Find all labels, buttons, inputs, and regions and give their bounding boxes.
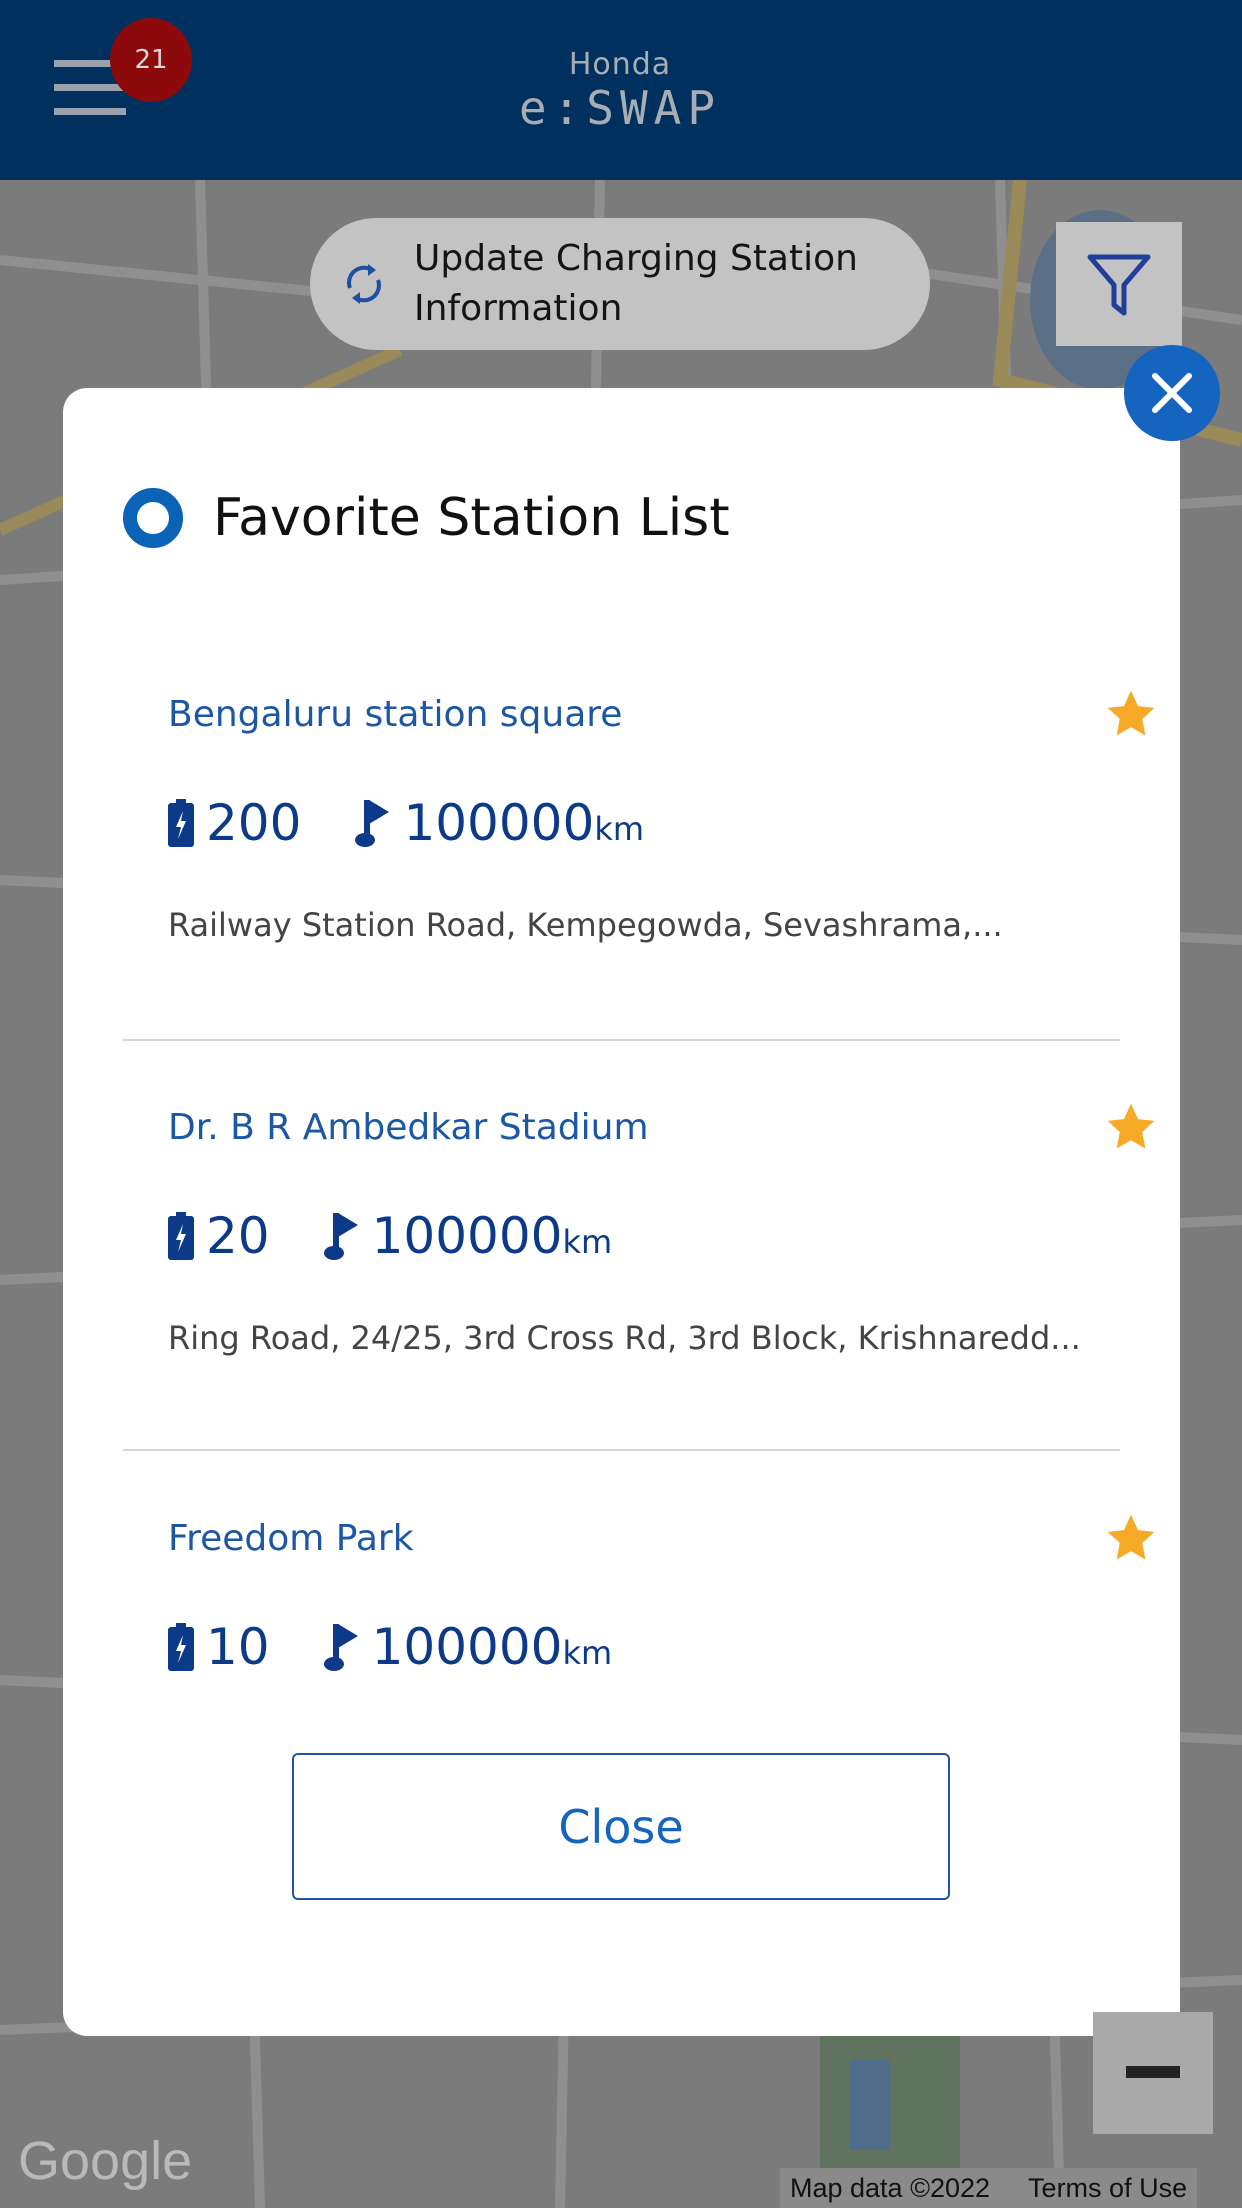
update-station-info-button[interactable]: Update Charging Station Information bbox=[310, 218, 930, 350]
station-name[interactable]: Freedom Park bbox=[168, 1518, 414, 1559]
battery-count: 200 bbox=[206, 794, 302, 852]
favorite-star-icon[interactable] bbox=[1103, 686, 1159, 742]
battery-icon bbox=[168, 1212, 194, 1260]
distance-flag-icon bbox=[355, 800, 390, 847]
distance-value: 100000 bbox=[403, 794, 595, 852]
favorite-star-icon[interactable] bbox=[1103, 1510, 1159, 1566]
zoom-out-button[interactable] bbox=[1093, 2012, 1213, 2134]
station-address: Ring Road, 24/25, 3rd Cross Rd, 3rd Bloc… bbox=[168, 1319, 1081, 1357]
filter-button[interactable] bbox=[1056, 222, 1182, 346]
distance-value: 100000 bbox=[371, 1207, 563, 1265]
map-attribution: Map data ©2022 Terms of Use bbox=[780, 2168, 1198, 2208]
notification-badge: 21 bbox=[110, 18, 192, 102]
terms-of-use-link[interactable]: Terms of Use bbox=[1028, 2173, 1187, 2204]
favorite-station-modal: Favorite Station List Bengaluru station … bbox=[63, 388, 1180, 2036]
modal-title: Favorite Station List bbox=[213, 488, 730, 548]
minus-icon bbox=[1126, 2066, 1180, 2078]
favorite-star-icon[interactable] bbox=[1103, 1099, 1159, 1155]
refresh-icon bbox=[347, 264, 381, 304]
close-modal-button[interactable] bbox=[1124, 345, 1220, 441]
station-address: Railway Station Road, Kempegowda, Sevash… bbox=[168, 906, 1003, 944]
divider bbox=[123, 1449, 1120, 1451]
station-name[interactable]: Dr. B R Ambedkar Stadium bbox=[168, 1107, 649, 1148]
divider bbox=[123, 1039, 1120, 1041]
title-ring-icon bbox=[123, 488, 183, 548]
distance-flag-icon bbox=[323, 1624, 358, 1671]
google-logo: Google bbox=[18, 2131, 193, 2191]
battery-count: 20 bbox=[206, 1207, 270, 1265]
honda-eswap-logo: Honda e:SWAP bbox=[518, 47, 722, 135]
distance-value: 100000 bbox=[371, 1618, 563, 1676]
app-header: 21 Honda e:SWAP bbox=[0, 0, 1242, 180]
close-button[interactable]: Close bbox=[292, 1753, 950, 1900]
battery-icon bbox=[168, 1623, 194, 1671]
close-icon bbox=[1152, 373, 1192, 413]
filter-icon bbox=[1087, 254, 1151, 316]
battery-count: 10 bbox=[206, 1618, 270, 1676]
battery-icon bbox=[168, 799, 194, 847]
distance-flag-icon bbox=[323, 1213, 358, 1260]
station-name[interactable]: Bengaluru station square bbox=[168, 694, 622, 735]
